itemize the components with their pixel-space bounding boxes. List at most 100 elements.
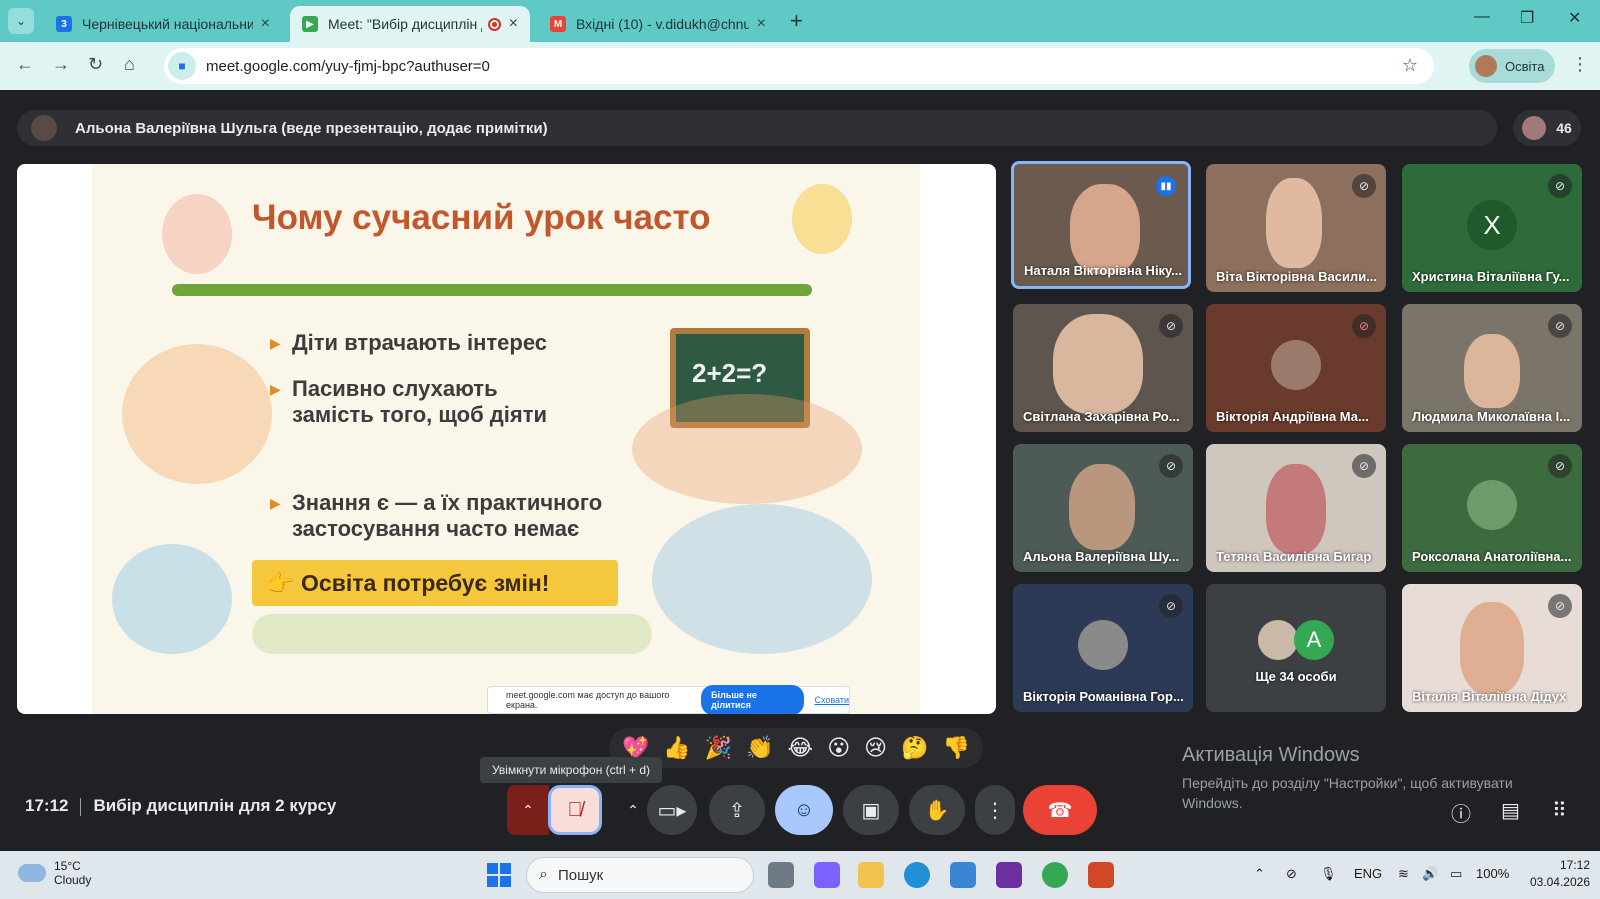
- participant-tile[interactable]: ⊘ Віталія Віталіївна Дідух: [1402, 584, 1582, 712]
- participant-avatar: [1258, 620, 1298, 660]
- leave-call-button[interactable]: ☎: [1023, 785, 1097, 835]
- reaction-laugh[interactable]: 😂: [788, 735, 814, 761]
- site-info-icon[interactable]: ■: [168, 52, 196, 80]
- question-mark-decoration: [162, 194, 232, 274]
- start-button[interactable]: [487, 863, 511, 887]
- google-sites-icon: 3: [56, 16, 72, 32]
- emoji-icon: ☺: [793, 798, 815, 821]
- tab-meet[interactable]: ▶ Meet: "Вибір дисциплін дл ×: [290, 6, 530, 42]
- close-tab-icon[interactable]: ×: [509, 15, 518, 33]
- reaction-clap[interactable]: 👏: [746, 735, 773, 761]
- chat-icon[interactable]: ▤: [1501, 798, 1520, 823]
- present-screen-button[interactable]: ⇪: [709, 785, 765, 835]
- slide: Чому сучасний урок часто Діти втрачають …: [92, 164, 920, 714]
- more-participants-tile[interactable]: A Ще 34 особи: [1206, 584, 1386, 712]
- video-feed: [1464, 334, 1520, 408]
- mic-off-icon: ⊘: [1159, 314, 1183, 338]
- video-camera-icon: ▭▸: [657, 799, 687, 822]
- reaction-party[interactable]: 🎉: [705, 735, 732, 761]
- chrome-icon[interactable]: [1042, 862, 1068, 888]
- address-bar[interactable]: ■ meet.google.com/yuy-fjmj-bpc?authuser=…: [164, 48, 1434, 84]
- file-explorer-icon[interactable]: [858, 862, 884, 888]
- reactions-button[interactable]: ☺: [775, 785, 833, 835]
- url-text[interactable]: meet.google.com/yuy-fjmj-bpc?authuser=0: [206, 58, 490, 75]
- copilot-icon[interactable]: [814, 862, 840, 888]
- participant-tile[interactable]: ⊘ Тетяна Василівна Бигар: [1206, 444, 1386, 572]
- language-indicator[interactable]: ENG: [1354, 866, 1382, 881]
- reactions-bar: 💖 👍 🎉 👏 😂 😮 😢 🤔 👎: [609, 728, 983, 768]
- close-window-button[interactable]: ✕: [1568, 8, 1581, 28]
- reaction-sad[interactable]: 😢: [864, 735, 887, 761]
- participant-tile[interactable]: Х ⊘ Христина Віталіївна Гу...: [1402, 164, 1582, 292]
- edge-icon[interactable]: [904, 862, 930, 888]
- reaction-thumbs-down[interactable]: 👎: [942, 735, 969, 761]
- slide-bullet: Діти втрачають інтерес: [270, 330, 547, 356]
- tab-chnu[interactable]: 3 Чернівецький національний у ×: [44, 6, 282, 42]
- participants-count-button[interactable]: 46: [1513, 110, 1581, 146]
- browser-toolbar: ← → ↻ ⌂ ■ meet.google.com/yuy-fjmj-bpc?a…: [0, 42, 1600, 90]
- mic-toggle-button[interactable]: 🎙̸: [548, 785, 602, 835]
- participant-tile[interactable]: ⊘ Вікторія Андріївна Ма...: [1206, 304, 1386, 432]
- battery-icon[interactable]: ▭: [1450, 866, 1462, 882]
- meeting-time: 17:12: [25, 796, 69, 815]
- hide-notice-link[interactable]: Сховати: [814, 695, 849, 705]
- system-clock[interactable]: 17:12 03.04.2026: [1520, 857, 1590, 891]
- yahoo-icon[interactable]: [996, 862, 1022, 888]
- close-tab-icon[interactable]: ×: [757, 15, 766, 33]
- tab-search-button[interactable]: ⌄: [8, 8, 34, 34]
- participant-tile[interactable]: ⊘ Вікторія Романівна Гор...: [1013, 584, 1193, 712]
- lightbulb-decoration: [792, 184, 852, 254]
- activities-grid-icon[interactable]: ⠿: [1552, 798, 1567, 823]
- minimize-button[interactable]: —: [1474, 8, 1490, 26]
- stop-sharing-button[interactable]: Більше не ділитися: [701, 685, 805, 714]
- home-icon[interactable]: ⌂: [124, 54, 135, 75]
- microphone-icon[interactable]: 🎙: [1320, 866, 1337, 882]
- task-view-icon[interactable]: [768, 862, 794, 888]
- powerpoint-icon[interactable]: [1088, 862, 1114, 888]
- mic-off-icon: ⊘: [1352, 174, 1376, 198]
- mic-off-icon: ⊘: [1548, 594, 1572, 618]
- volume-icon[interactable]: 🔊: [1422, 866, 1438, 882]
- profile-button[interactable]: Освіта: [1469, 49, 1555, 83]
- taskbar-search[interactable]: ⌕ Пошук: [526, 857, 754, 893]
- wifi-icon[interactable]: ≋: [1398, 866, 1409, 882]
- more-options-button[interactable]: ⋮: [975, 785, 1015, 835]
- network-off-icon[interactable]: ⊘: [1286, 866, 1297, 882]
- reload-icon[interactable]: ↻: [88, 54, 103, 75]
- participant-tile[interactable]: ⊘ Віта Вікторівна Васили...: [1206, 164, 1386, 292]
- reaction-surprised[interactable]: 😮: [827, 735, 850, 761]
- reaction-thumbs-up[interactable]: 👍: [663, 735, 690, 761]
- participant-tile[interactable]: ⊘ Альона Валеріївна Шу...: [1013, 444, 1193, 572]
- ms-store-icon[interactable]: [950, 862, 976, 888]
- close-tab-icon[interactable]: ×: [261, 15, 270, 33]
- raise-hand-button[interactable]: ✋: [909, 785, 965, 835]
- camera-toggle-button[interactable]: ▭▸: [647, 785, 697, 835]
- mic-off-icon: ⊘: [1352, 454, 1376, 478]
- classroom-illustration: [632, 394, 862, 504]
- video-options-button[interactable]: ⌃: [617, 785, 649, 835]
- browser-menu-icon[interactable]: ⋮: [1571, 54, 1589, 75]
- forward-icon[interactable]: →: [52, 54, 70, 75]
- screen-share-notice: meet.google.com має доступ до вашого екр…: [487, 685, 850, 714]
- video-feed: [1069, 464, 1135, 550]
- captions-button[interactable]: ▣: [843, 785, 899, 835]
- reaction-thinking[interactable]: 🤔: [901, 735, 928, 761]
- participant-tile[interactable]: ⊘ Світлана Захарівна Ро...: [1013, 304, 1193, 432]
- tray-overflow-icon[interactable]: ⌃: [1254, 866, 1265, 882]
- tab-gmail[interactable]: M Вхідні (10) - v.didukh@chnu.ed ×: [538, 6, 778, 42]
- confused-child-illustration: [652, 504, 872, 654]
- participant-avatar: Х: [1467, 200, 1517, 250]
- restore-button[interactable]: ❐: [1520, 8, 1534, 28]
- participant-tile[interactable]: ⊘ Людмила Миколаївна І...: [1402, 304, 1582, 432]
- participant-tile[interactable]: ⊘ Роксолана Анатоліївна...: [1402, 444, 1582, 572]
- video-feed: [1266, 464, 1326, 554]
- back-icon[interactable]: ←: [16, 54, 34, 75]
- weather-widget[interactable]: 15°C Cloudy: [18, 859, 91, 887]
- books-illustration: [252, 614, 652, 654]
- meeting-details-icon[interactable]: ⓘ: [1451, 798, 1471, 827]
- bookmark-star-icon[interactable]: ☆: [1402, 55, 1418, 76]
- audio-options-button[interactable]: ⌃: [507, 785, 549, 835]
- participant-tile[interactable]: ▮▮ Наталя Вікторівна Ніку...: [1011, 161, 1191, 289]
- new-tab-button[interactable]: +: [790, 8, 803, 34]
- gmail-icon: M: [550, 16, 566, 32]
